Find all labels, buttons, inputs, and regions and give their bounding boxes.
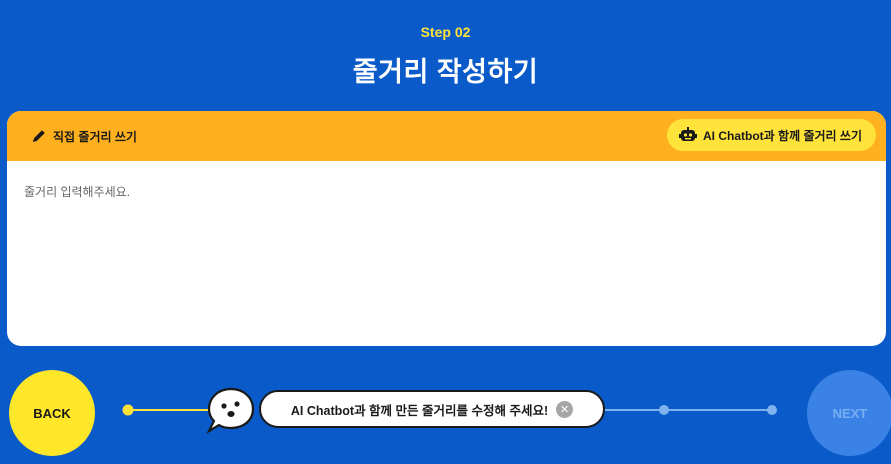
header: Step 02 줄거리 작성하기 [0, 0, 891, 108]
back-button[interactable]: BACK [9, 370, 95, 456]
progress-dot-1 [122, 404, 134, 416]
robot-icon [679, 127, 698, 141]
editor-toolbar: 직접 줄거리 쓰기 AI Chatbot과 함께 줄거리 쓰기 [7, 111, 886, 161]
chat-face-icon [206, 387, 255, 434]
progress-dot-4 [767, 405, 777, 415]
pencil-icon [33, 130, 45, 142]
guide-message: AI Chatbot과 함께 만든 줄거리를 수정해 주세요! ✕ [259, 390, 605, 428]
ai-chatbot-write-label: AI Chatbot과 함께 줄거리 쓰기 [703, 128, 862, 143]
guide-message-text: AI Chatbot과 함께 만든 줄거리를 수정해 주세요! [290, 403, 549, 418]
plot-editor-card: 직접 줄거리 쓰기 AI Chatbot과 함께 줄거리 쓰기 줄거리 입력해주… [7, 111, 886, 346]
close-icon[interactable]: ✕ [556, 400, 574, 418]
next-button[interactable]: NEXT [807, 370, 891, 456]
step-label: Step 02 [420, 24, 471, 40]
ai-chatbot-write-button[interactable]: AI Chatbot과 함께 줄거리 쓰기 [667, 119, 876, 151]
progress-dot-3 [659, 405, 669, 415]
plot-input[interactable]: 줄거리 입력해주세요. [24, 183, 130, 200]
direct-write-label: 직접 줄거리 쓰기 [53, 130, 137, 144]
page-title: 줄거리 작성하기 [352, 57, 539, 87]
